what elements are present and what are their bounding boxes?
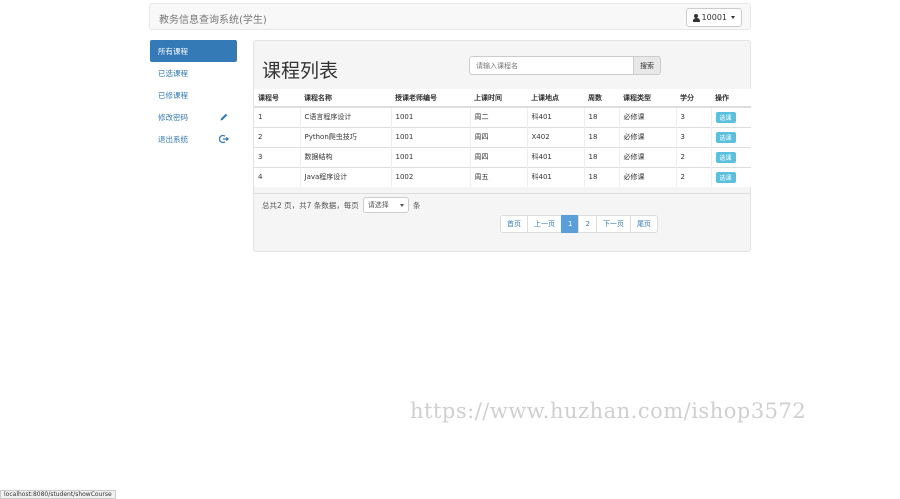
pagination: 首页 上一页 1 2 下一页 尾页	[500, 215, 658, 233]
watermark-text: https://www.huzhan.com/ishop3572	[410, 399, 807, 423]
sidebar-item-label: 修改密码	[158, 112, 188, 122]
cell-course-id: 1	[254, 106, 300, 127]
cell-place: X402	[526, 126, 584, 147]
cell-credit: 2	[675, 146, 711, 167]
table-row: 3 数据结构 1001 周四 科401 18 必修课 2 选课	[254, 146, 751, 167]
cell-type: 必修课	[618, 126, 676, 147]
pagination-summary: 总共2 页，共7 条数据，每页 请选择 条	[262, 197, 420, 213]
cell-teacher-id: 1002	[390, 166, 470, 187]
select-course-button[interactable]: 选课	[715, 131, 736, 143]
cell-time: 周二	[469, 106, 527, 127]
cell-action: 选课	[710, 106, 751, 127]
cell-weeks: 18	[583, 166, 619, 187]
course-table: 课程号 课程名称 授课老师编号 上课时间 上课地点 周数 课程类型 学分 操作 …	[254, 89, 751, 187]
column-header: 授课老师编号	[391, 89, 470, 108]
sidebar-item-label: 已选课程	[158, 68, 188, 78]
cell-type: 必修课	[618, 106, 676, 127]
cell-place: 科401	[526, 146, 584, 167]
select-course-button[interactable]: 选课	[715, 171, 736, 183]
sidebar-item-all-courses[interactable]: 所有课程	[150, 40, 237, 62]
sidebar-item-label: 已修课程	[158, 90, 188, 100]
column-header: 周数	[584, 89, 619, 108]
first-page-button[interactable]: 首页	[500, 215, 528, 233]
cell-weeks: 18	[583, 106, 619, 127]
cell-teacher-id: 1001	[390, 126, 470, 147]
sidebar-item-selected-courses[interactable]: 已选课程	[150, 62, 237, 84]
page-title: 课程列表	[262, 60, 339, 82]
app-title[interactable]: 教务信息查询系统(学生)	[159, 11, 267, 26]
column-header: 上课地点	[527, 89, 584, 108]
column-header: 学分	[676, 89, 711, 108]
top-navbar: 教务信息查询系统(学生) 10001	[149, 3, 751, 30]
cell-type: 必修课	[618, 146, 676, 167]
cell-course-id: 3	[254, 146, 300, 167]
cell-action: 选课	[710, 126, 751, 147]
course-list-panel: 课程列表 搜索 课程号 课程名称 授课老师编号 上课时间 上课地点 周数 课程类…	[253, 40, 751, 252]
cell-time: 周四	[469, 146, 527, 167]
column-header: 课程号	[254, 89, 300, 108]
search-button[interactable]: 搜索	[634, 56, 661, 75]
column-header: 课程名称	[300, 89, 391, 108]
cell-course-id: 2	[254, 126, 300, 147]
cell-weeks: 18	[583, 146, 619, 167]
column-header: 操作	[711, 89, 751, 108]
last-page-button[interactable]: 尾页	[629, 215, 658, 233]
cell-place: 科401	[526, 106, 584, 127]
sidebar-item-label: 退出系统	[158, 134, 188, 144]
cell-credit: 2	[675, 166, 711, 187]
search-input[interactable]	[469, 56, 634, 75]
sidebar-item-label: 所有课程	[158, 46, 188, 56]
summary-text: 总共2 页，共7 条数据，每页	[262, 200, 359, 210]
next-page-button[interactable]: 下一页	[595, 215, 631, 233]
cell-course-name: 数据结构	[299, 146, 391, 167]
cell-course-name: C语言程序设计	[299, 106, 391, 127]
summary-suffix: 条	[412, 200, 421, 210]
page-size-value: 请选择	[367, 201, 389, 209]
user-id: 10001	[701, 13, 727, 22]
sidebar: 所有课程 已选课程 已修课程 修改密码 退出系统	[150, 40, 237, 150]
prev-page-button[interactable]: 上一页	[527, 215, 562, 233]
table-row: 1 C语言程序设计 1001 周二 科401 18 必修课 3 选课	[254, 106, 751, 127]
sidebar-item-change-password[interactable]: 修改密码	[150, 106, 237, 128]
cell-action: 选课	[710, 166, 751, 187]
table-row: 4 Java程序设计 1002 周五 科401 18 必修课 2 选课	[254, 166, 751, 187]
cell-credit: 3	[675, 126, 711, 147]
cell-course-id: 4	[254, 166, 300, 187]
status-bar-url: localhost:8080/student/showCourse	[0, 490, 116, 499]
cell-place: 科401	[526, 166, 584, 187]
page-size-select[interactable]: 请选择	[362, 197, 409, 213]
cell-weeks: 18	[583, 126, 619, 147]
select-course-button[interactable]: 选课	[715, 151, 736, 163]
cell-action: 选课	[710, 146, 751, 167]
cell-course-name: Python爬虫技巧	[299, 126, 391, 147]
cell-time: 周四	[469, 126, 527, 147]
column-header: 上课时间	[470, 89, 527, 108]
sidebar-item-completed-courses[interactable]: 已修课程	[150, 84, 237, 106]
cell-teacher-id: 1001	[390, 146, 470, 167]
logout-icon	[219, 134, 229, 144]
sidebar-item-logout[interactable]: 退出系统	[150, 128, 237, 150]
user-icon	[692, 13, 700, 22]
cell-course-name: Java程序设计	[299, 166, 391, 187]
page-button[interactable]: 1	[561, 215, 580, 233]
page-button[interactable]: 2	[578, 215, 597, 233]
table-header-row: 课程号 课程名称 授课老师编号 上课时间 上课地点 周数 课程类型 学分 操作	[254, 89, 751, 108]
select-course-button[interactable]: 选课	[715, 111, 736, 123]
cell-teacher-id: 1001	[390, 106, 470, 127]
divider	[254, 193, 751, 194]
table-row: 2 Python爬虫技巧 1001 周四 X402 18 必修课 3 选课	[254, 126, 751, 147]
column-header: 课程类型	[619, 89, 676, 108]
cell-type: 必修课	[618, 166, 676, 187]
chevron-down-icon	[399, 203, 404, 207]
cell-time: 周五	[469, 166, 527, 187]
cell-credit: 3	[675, 106, 711, 127]
pencil-icon	[220, 113, 228, 121]
user-menu-button[interactable]: 10001	[685, 8, 742, 27]
chevron-down-icon	[731, 16, 735, 19]
